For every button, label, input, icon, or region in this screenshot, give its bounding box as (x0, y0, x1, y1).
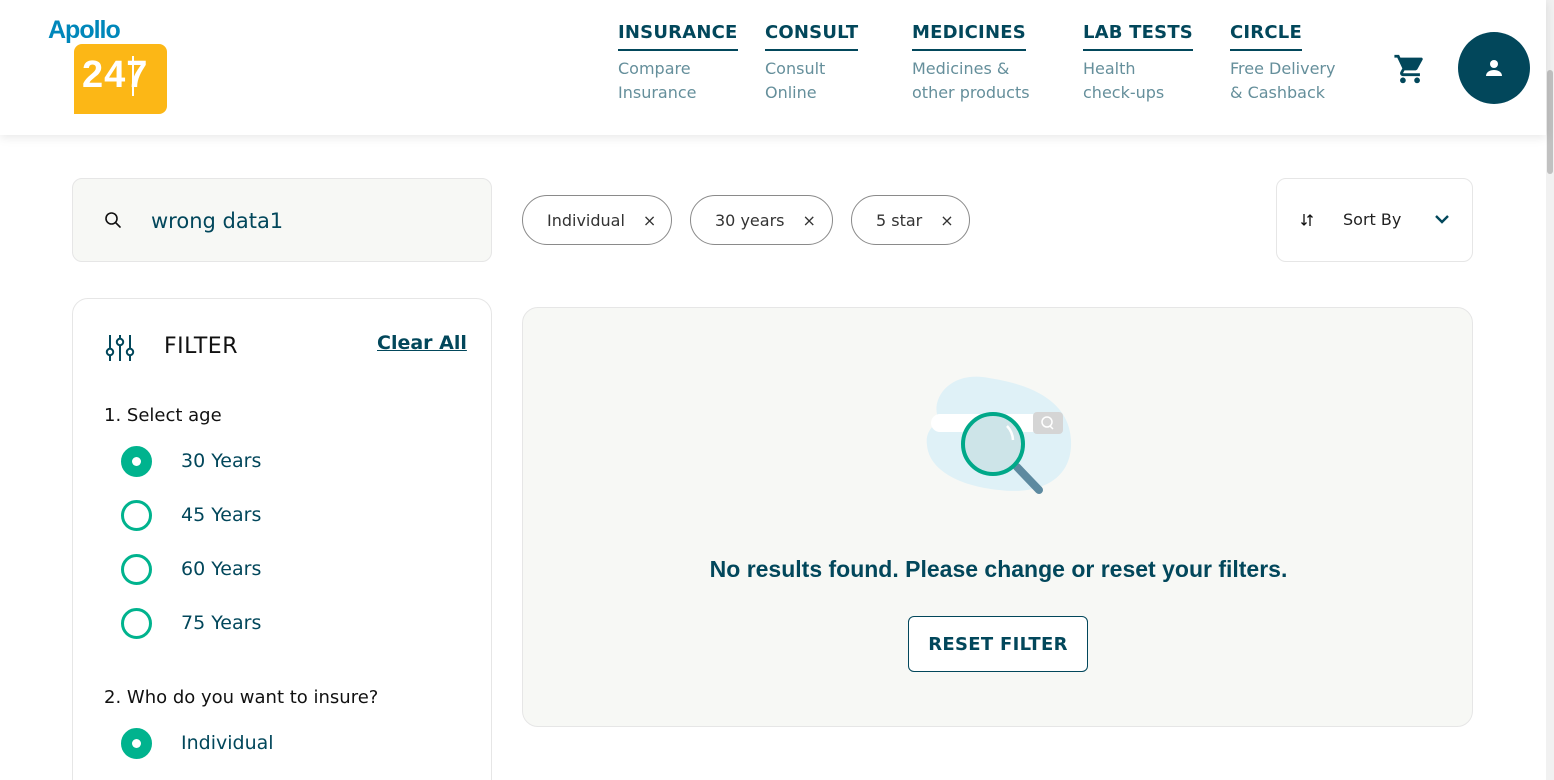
radio-button[interactable] (121, 607, 152, 639)
radio-label: 45 Years (181, 504, 262, 526)
age-option-75[interactable]: 75 Years (121, 607, 261, 639)
nav-title: MEDICINES (912, 22, 1026, 51)
close-icon[interactable]: × (940, 211, 953, 230)
nav-lab-tests[interactable]: LAB TESTS Health check-ups (1083, 22, 1193, 105)
nav-subtitle-line1: Compare (618, 59, 691, 78)
chip-label: 30 years (715, 210, 785, 230)
age-option-60[interactable]: 60 Years (121, 553, 261, 585)
close-icon[interactable]: × (802, 211, 815, 230)
nav-title: CIRCLE (1230, 22, 1302, 51)
radio-button[interactable] (121, 727, 152, 759)
clear-all-link[interactable]: Clear All (377, 332, 467, 354)
nav-subtitle-line2: Insurance (618, 83, 697, 102)
nav-insurance[interactable]: INSURANCE Compare Insurance (618, 22, 738, 105)
results-panel: No results found. Please change or reset… (522, 307, 1473, 727)
search-input[interactable] (151, 203, 471, 239)
nav-subtitle-line1: Health (1083, 59, 1136, 78)
nav-subtitle-line2: Online (765, 83, 817, 102)
search-icon (105, 212, 121, 228)
filter-panel: FILTER Clear All 1. Select age 30 Years … (72, 298, 492, 780)
nav-title: CONSULT (765, 22, 859, 51)
logo-badge-tail (74, 104, 88, 114)
chevron-down-icon (1435, 215, 1449, 224)
page-scrollbar[interactable] (1546, 0, 1554, 780)
radio-button[interactable] (121, 499, 152, 531)
nav-subtitle-line2: check-ups (1083, 83, 1165, 102)
nav-title: LAB TESTS (1083, 22, 1193, 51)
reset-filter-button[interactable]: RESET FILTER (908, 616, 1088, 672)
age-section-title: 1. Select age (104, 405, 222, 426)
logo-number: 247 (82, 54, 149, 96)
age-option-30[interactable]: 30 Years (121, 445, 261, 477)
age-option-45[interactable]: 45 Years (121, 499, 261, 531)
nav-subtitle-line1: Free Delivery (1230, 59, 1336, 78)
sort-label: Sort By (1343, 210, 1402, 229)
apollo-247-logo[interactable]: Apollo 247 (47, 16, 169, 116)
scrollbar-thumb[interactable] (1547, 70, 1553, 174)
nav-medicines[interactable]: MEDICINES Medicines & other products (912, 22, 1030, 105)
filter-chip-30-years[interactable]: 30 years × (690, 195, 833, 245)
insure-section-title: 2. Who do you want to insure? (104, 687, 379, 708)
sort-dropdown[interactable]: Sort By (1276, 178, 1473, 262)
radio-label: 75 Years (181, 612, 262, 634)
top-header: Apollo 247 INSURANCE Compare Insurance C… (0, 0, 1546, 135)
nav-circle[interactable]: CIRCLE Free Delivery & Cashback (1230, 22, 1335, 105)
user-icon (1486, 60, 1502, 76)
sliders-icon (105, 335, 135, 361)
cart-icon[interactable] (1393, 52, 1427, 86)
magnifier-illustration-icon (926, 376, 1072, 494)
radio-label: Individual (181, 732, 274, 754)
nav-subtitle-line2: other products (912, 83, 1030, 102)
nav-subtitle-line1: Consult (765, 59, 826, 78)
nav-subtitle-line1: Medicines & (912, 59, 1010, 78)
chip-label: 5 star (876, 210, 923, 230)
radio-button[interactable] (121, 553, 152, 585)
sort-arrows-icon (1301, 214, 1313, 226)
filter-chip-individual[interactable]: Individual × (522, 195, 672, 245)
radio-button[interactable] (121, 445, 152, 477)
logo-divider (132, 56, 134, 96)
logo-wordmark: Apollo (48, 16, 121, 44)
filter-chip-5-star[interactable]: 5 star × (851, 195, 970, 245)
nav-subtitle-line2: & Cashback (1230, 83, 1326, 102)
insure-option-individual[interactable]: Individual (121, 727, 274, 759)
radio-label: 60 Years (181, 558, 262, 580)
filter-title: FILTER (164, 334, 238, 359)
close-icon[interactable]: × (643, 211, 656, 230)
profile-button[interactable] (1458, 32, 1530, 104)
radio-label: 30 Years (181, 450, 262, 472)
no-results-message: No results found. Please change or reset… (709, 556, 1288, 582)
nav-consult[interactable]: CONSULT Consult Online (765, 22, 859, 105)
search-box[interactable] (72, 178, 492, 262)
nav-title: INSURANCE (618, 22, 738, 51)
chip-label: Individual (547, 210, 625, 230)
